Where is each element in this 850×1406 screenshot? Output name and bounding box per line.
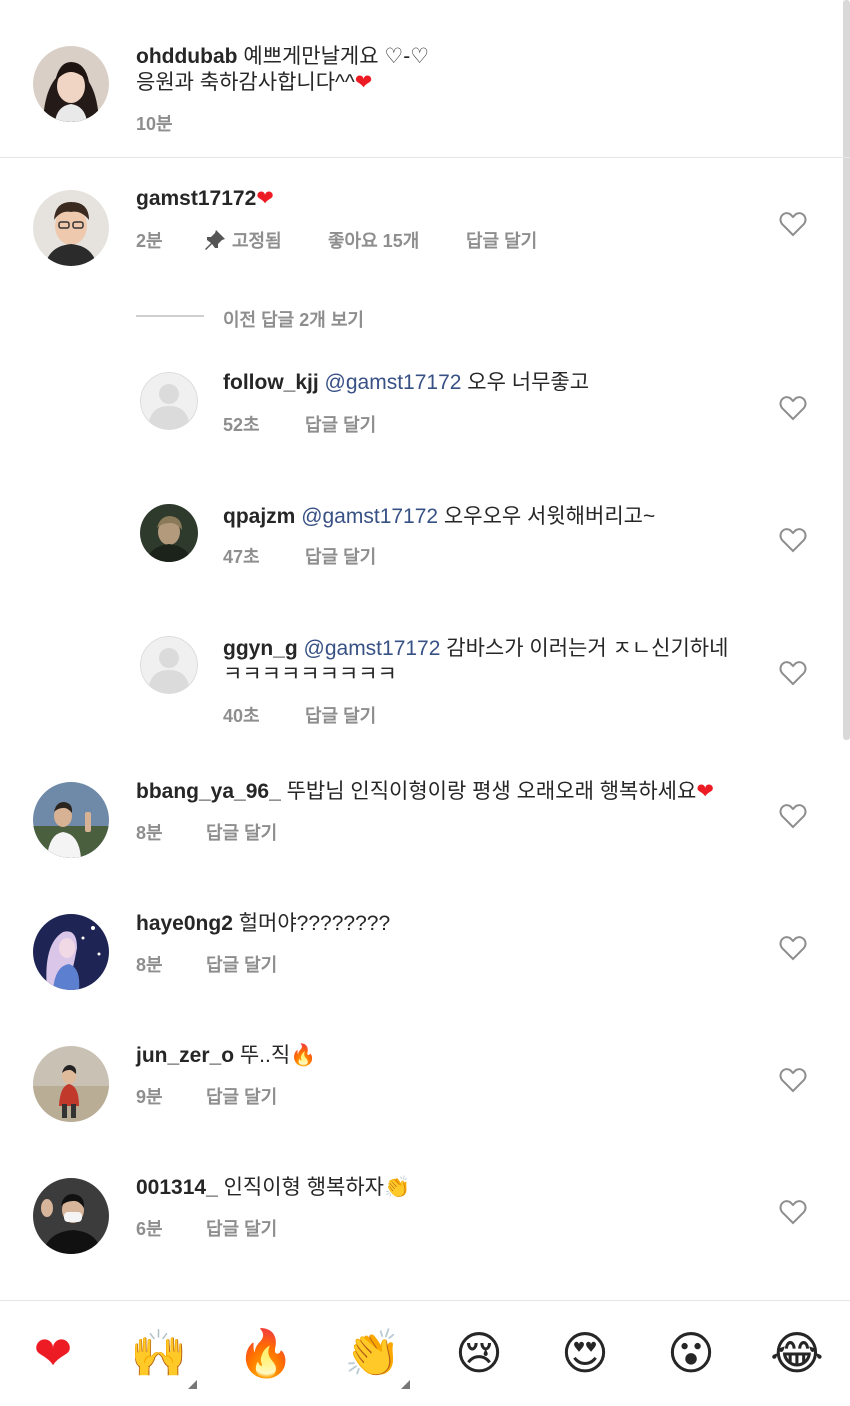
comment-body: 뚜밥님 인직이형이랑 평생 오래오래 행복하세요 xyxy=(280,780,697,803)
clap-emoji: 👏 xyxy=(384,1176,411,1199)
divider xyxy=(0,157,850,158)
mention-link[interactable]: @gamst17172 xyxy=(304,637,441,660)
avatar[interactable] xyxy=(33,1046,109,1122)
comment-meta: 8분 답글 달기 xyxy=(136,819,277,845)
username[interactable]: ggyn_g xyxy=(223,637,298,660)
reply-meta: 40초 답글 달기 xyxy=(223,702,376,728)
reply-meta: 47초 답글 달기 xyxy=(223,543,376,569)
like-heart-icon[interactable] xyxy=(779,1067,807,1093)
comment-meta: 10분 xyxy=(136,110,173,136)
emoji-heart-eyes-button[interactable]: 😍 xyxy=(555,1323,615,1383)
avatar[interactable] xyxy=(33,782,109,858)
like-heart-icon[interactable] xyxy=(779,803,807,829)
red-heart-emoji: ❤ xyxy=(354,71,373,94)
avatar[interactable] xyxy=(140,504,198,562)
emoji-laughing-button[interactable]: 😂 xyxy=(767,1323,827,1383)
like-heart-icon[interactable] xyxy=(779,211,807,237)
reply-text: follow_kjj @gamst17172 오우 너무좋고 xyxy=(223,370,589,396)
timestamp: 2분 xyxy=(136,231,163,251)
reply-button[interactable]: 답글 달기 xyxy=(206,819,277,845)
reply-body: 감바스가 이러는거 ㅈㄴ신기하네 xyxy=(440,637,729,660)
reply-button[interactable]: 답글 달기 xyxy=(206,1215,277,1241)
comment-meta: 2분 고정됨 좋아요 15개 답글 달기 xyxy=(136,227,537,253)
emoji-fire-button[interactable]: 🔥 xyxy=(236,1323,296,1383)
avatar[interactable] xyxy=(33,1178,109,1254)
timestamp: 47초 xyxy=(223,547,260,567)
username[interactable]: bbang_ya_96_ xyxy=(136,780,281,803)
reply-button[interactable]: 답글 달기 xyxy=(305,702,376,728)
skin-tone-indicator-icon xyxy=(188,1380,197,1389)
reply-text: qpajzm @gamst17172 오우오우 서윗해버리고~ xyxy=(223,504,655,530)
username[interactable]: follow_kjj xyxy=(223,371,319,394)
comment-meta: 8분 답글 달기 xyxy=(136,951,277,977)
comment-meta: 9분 답글 달기 xyxy=(136,1083,277,1109)
like-heart-icon[interactable] xyxy=(779,660,807,686)
like-heart-icon[interactable] xyxy=(779,1199,807,1225)
scrollbar[interactable] xyxy=(843,0,850,740)
reply-button[interactable]: 답글 달기 xyxy=(206,1083,277,1109)
avatar-default[interactable] xyxy=(140,636,198,694)
emoji-clap-button[interactable]: 👏 xyxy=(343,1323,403,1383)
emoji-crying-button[interactable]: 😢 xyxy=(449,1323,509,1383)
fire-emoji: 🔥 xyxy=(290,1044,317,1067)
avatar[interactable] xyxy=(33,190,109,266)
comment-text: 001314_ 인직이형 행복하자👏 xyxy=(136,1175,410,1201)
avatar-default[interactable] xyxy=(140,372,198,430)
likes-count[interactable]: 좋아요 15개 xyxy=(328,227,466,253)
avatar[interactable] xyxy=(33,914,109,990)
timestamp: 52초 xyxy=(223,415,260,435)
pinned-indicator: 고정됨 xyxy=(204,227,328,253)
comment-meta: 6분 답글 달기 xyxy=(136,1215,277,1241)
like-heart-icon[interactable] xyxy=(779,935,807,961)
timestamp: 10분 xyxy=(136,114,173,134)
emoji-surprised-button[interactable]: 😮 xyxy=(661,1323,721,1383)
pin-icon xyxy=(205,230,225,250)
emoji-heart-button[interactable]: ❤ xyxy=(23,1323,83,1383)
view-previous-replies[interactable]: 이전 답글 2개 보기 xyxy=(223,306,364,332)
reply-text-line2: ㅋㅋㅋㅋㅋㅋㅋㅋㅋ xyxy=(223,663,397,686)
emoji-quick-bar: ❤ 🙌 🔥 👏 😢 😍 😮 😂 xyxy=(0,1300,850,1406)
reply-button[interactable]: 답글 달기 xyxy=(466,227,537,253)
reply-button[interactable]: 답글 달기 xyxy=(206,951,277,977)
reply-meta: 52초 답글 달기 xyxy=(223,411,376,437)
username[interactable]: ohddubab xyxy=(136,45,237,68)
red-heart-emoji: ❤ xyxy=(696,780,714,803)
timestamp: 40초 xyxy=(223,706,260,726)
username[interactable]: gamst17172 xyxy=(136,187,256,210)
username[interactable]: qpajzm xyxy=(223,505,295,528)
reply-button[interactable]: 답글 달기 xyxy=(305,543,376,569)
comment-body: 뚜..직 xyxy=(234,1044,291,1067)
comment-body: 응원과 축하감사합니다^^ xyxy=(136,71,355,94)
comment-text: ohddubab 예쁘게만날게요 ♡-♡ xyxy=(136,44,796,70)
comment-body: 헐머야???????? xyxy=(232,912,391,935)
username[interactable]: haye0ng2 xyxy=(136,912,233,935)
timestamp: 6분 xyxy=(136,1219,163,1239)
skin-tone-indicator-icon xyxy=(401,1380,410,1389)
username[interactable]: 001314_ xyxy=(136,1176,218,1199)
mention-link[interactable]: @gamst17172 xyxy=(325,371,462,394)
reply-body: 오우오우 서윗해버리고~ xyxy=(438,505,656,528)
pinned-label: 고정됨 xyxy=(232,231,282,251)
mention-link[interactable]: @gamst17172 xyxy=(301,505,438,528)
comment-body: 인직이형 행복하자 xyxy=(217,1176,384,1199)
avatar[interactable] xyxy=(33,46,109,122)
emoji-raised-hands-button[interactable]: 🙌 xyxy=(129,1323,189,1383)
like-heart-icon[interactable] xyxy=(779,395,807,421)
comment-text: jun_zer_o 뚜..직🔥 xyxy=(136,1043,316,1069)
timestamp: 8분 xyxy=(136,823,163,843)
comment-body: 예쁘게만날게요 ♡-♡ xyxy=(243,45,430,68)
reply-body: 오우 너무좋고 xyxy=(461,371,590,394)
comment-text: gamst17172❤ xyxy=(136,186,274,212)
comment-text: bbang_ya_96_ 뚜밥님 인직이형이랑 평생 오래오래 행복하세요❤ xyxy=(136,779,714,805)
timestamp: 9분 xyxy=(136,1087,163,1107)
red-heart-emoji: ❤ xyxy=(256,187,274,210)
comment-text-line2: 응원과 축하감사합니다^^❤ xyxy=(136,70,372,96)
replies-line xyxy=(136,315,204,317)
comment-text: haye0ng2 헐머야???????? xyxy=(136,911,390,937)
reply-button[interactable]: 답글 달기 xyxy=(305,411,376,437)
reply-text: ggyn_g @gamst17172 감바스가 이러는거 ㅈㄴ신기하네 xyxy=(223,636,763,662)
username[interactable]: jun_zer_o xyxy=(136,1044,234,1067)
like-heart-icon[interactable] xyxy=(779,527,807,553)
timestamp: 8분 xyxy=(136,955,163,975)
